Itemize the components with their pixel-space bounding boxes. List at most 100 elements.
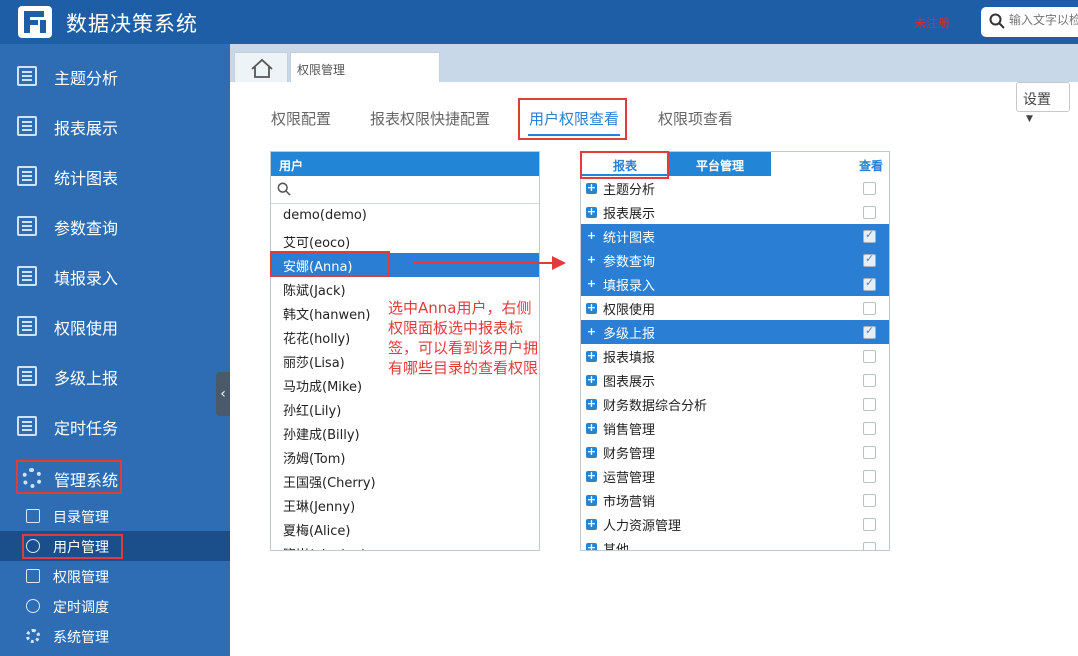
- search-input[interactable]: [1009, 13, 1078, 27]
- view-permission-checkbox[interactable]: [863, 422, 876, 435]
- permission-row[interactable]: + 财务管理: [581, 440, 889, 464]
- settings-dropdown[interactable]: 设置 ▼: [1016, 82, 1070, 124]
- sidebar-item-topic-analysis[interactable]: 主题分析: [0, 52, 230, 102]
- user-list-item[interactable]: 王国强(Cherry): [271, 469, 539, 493]
- expand-plus-icon[interactable]: +: [586, 254, 597, 266]
- permission-row[interactable]: + 市场营销: [581, 488, 889, 512]
- expand-plus-icon[interactable]: +: [586, 350, 597, 362]
- view-permission-checkbox[interactable]: [863, 398, 876, 411]
- permission-row[interactable]: + 报表展示: [581, 200, 889, 224]
- permission-row-label: 市场营销: [603, 495, 656, 510]
- arrow-right-icon: [552, 256, 566, 270]
- sidebar-item-scheduled-tasks[interactable]: 定时任务: [0, 402, 230, 452]
- view-permission-checkbox[interactable]: [863, 252, 876, 267]
- view-permission-checkbox[interactable]: [863, 276, 876, 291]
- sidebar-item-multilevel-report[interactable]: 多级上报: [0, 352, 230, 402]
- sub-item-permission[interactable]: 权限管理: [0, 561, 230, 591]
- expand-plus-icon[interactable]: +: [586, 422, 597, 434]
- search-icon: [277, 182, 291, 196]
- user-list-item[interactable]: 艾可(eoco): [271, 229, 539, 253]
- expand-plus-icon[interactable]: +: [586, 278, 597, 290]
- expand-plus-icon[interactable]: +: [586, 470, 597, 482]
- expand-plus-icon[interactable]: +: [586, 206, 597, 218]
- view-permission-checkbox[interactable]: [863, 374, 876, 387]
- expand-plus-icon[interactable]: +: [586, 326, 597, 338]
- expand-plus-icon[interactable]: +: [586, 494, 597, 506]
- user-list-item[interactable]: 孙红(Lily): [271, 397, 539, 421]
- tab-platform-management[interactable]: 平台管理: [669, 152, 771, 176]
- view-permission-checkbox[interactable]: [863, 470, 876, 483]
- user-list-item[interactable]: demo(demo): [271, 205, 539, 229]
- view-permission-checkbox[interactable]: [863, 542, 876, 550]
- permission-row[interactable]: + 人力资源管理: [581, 512, 889, 536]
- user-list-item[interactable]: 晓岚(xiaolan): [271, 541, 539, 550]
- expand-plus-icon[interactable]: +: [586, 542, 597, 550]
- permission-row[interactable]: + 运营管理: [581, 464, 889, 488]
- sidebar-item-permission-use[interactable]: 权限使用: [0, 302, 230, 352]
- sub-item-system[interactable]: 系统管理: [0, 621, 230, 651]
- permission-row[interactable]: + 图表展示: [581, 368, 889, 392]
- tab-home[interactable]: [234, 52, 288, 82]
- sidebar-item-report-display[interactable]: 报表展示: [0, 102, 230, 152]
- view-permission-checkbox[interactable]: [863, 206, 876, 219]
- sidebar-item-charts[interactable]: 统计图表: [0, 152, 230, 202]
- sidebar-item-label: 报表展示: [54, 119, 119, 138]
- global-search[interactable]: [981, 7, 1078, 37]
- view-permission-checkbox[interactable]: [863, 182, 876, 195]
- view-permission-checkbox[interactable]: [863, 302, 876, 315]
- user-list-item[interactable]: 夏梅(Alice): [271, 517, 539, 541]
- permission-row[interactable]: + 主题分析: [581, 176, 889, 200]
- expand-plus-icon[interactable]: +: [586, 302, 597, 314]
- permission-row[interactable]: + 参数查询: [581, 248, 889, 272]
- expand-plus-icon[interactable]: +: [586, 446, 597, 458]
- view-permission-checkbox[interactable]: [863, 446, 876, 459]
- sub-item-directory[interactable]: 目录管理: [0, 501, 230, 531]
- permission-row[interactable]: + 统计图表: [581, 224, 889, 248]
- highlight-box: [518, 98, 627, 140]
- expand-plus-icon[interactable]: +: [586, 398, 597, 410]
- view-permission-checkbox[interactable]: [863, 228, 876, 243]
- sidebar-item-admin[interactable]: 管理系统: [16, 460, 122, 494]
- user-search-field[interactable]: [271, 176, 539, 204]
- expand-plus-icon[interactable]: +: [586, 374, 597, 386]
- view-permission-checkbox[interactable]: [863, 324, 876, 339]
- annotation-text: 选中Anna用户，右侧权限面板选中报表标签，可以看到该用户拥有哪些目录的查看权限: [388, 299, 539, 377]
- view-permission-checkbox[interactable]: [863, 494, 876, 507]
- user-list-item[interactable]: 汤姆(Tom): [271, 445, 539, 469]
- subtab-permission-item-view[interactable]: 权限项查看: [658, 108, 733, 129]
- settings-label: 设置: [1023, 92, 1051, 108]
- user-list-item[interactable]: 孙建成(Billy): [271, 421, 539, 445]
- subtab-quick-config[interactable]: 报表权限快捷配置: [370, 108, 490, 129]
- permission-row[interactable]: + 其他: [581, 536, 889, 550]
- permission-row-label: 人力资源管理: [603, 519, 682, 534]
- expand-plus-icon[interactable]: +: [586, 230, 597, 242]
- sub-item-label: 权限管理: [53, 570, 109, 586]
- subtab-permission-config[interactable]: 权限配置: [271, 108, 331, 129]
- user-icon: [26, 539, 40, 553]
- tab-permission-management[interactable]: 权限管理: [290, 52, 440, 82]
- sidebar-item-label: 主题分析: [54, 69, 119, 88]
- sidebar-item-data-entry[interactable]: 填报录入: [0, 252, 230, 302]
- permission-row[interactable]: + 权限使用: [581, 296, 889, 320]
- permission-row[interactable]: + 财务数据综合分析: [581, 392, 889, 416]
- user-list-item[interactable]: 王琳(Jenny): [271, 493, 539, 517]
- permission-row-label: 统计图表: [603, 231, 656, 246]
- view-permission-checkbox[interactable]: [863, 518, 876, 531]
- expand-plus-icon[interactable]: +: [586, 182, 597, 194]
- sub-item-user-management[interactable]: 用户管理: [0, 531, 230, 561]
- expand-plus-icon[interactable]: +: [586, 518, 597, 530]
- permission-row[interactable]: + 报表填报: [581, 344, 889, 368]
- view-permission-checkbox[interactable]: [863, 350, 876, 363]
- sub-item-label: 系统管理: [53, 630, 109, 646]
- permission-row[interactable]: + 销售管理: [581, 416, 889, 440]
- sub-item-schedule[interactable]: 定时调度: [0, 591, 230, 621]
- permission-row-label: 多级上报: [603, 327, 656, 342]
- permission-row[interactable]: + 多级上报: [581, 320, 889, 344]
- sidebar-item-label: 定时任务: [54, 419, 119, 438]
- clock-icon: [26, 599, 40, 613]
- register-link[interactable]: 未注册: [914, 14, 950, 31]
- sidebar-item-param-query[interactable]: 参数查询: [0, 202, 230, 252]
- sidebar-collapse-button[interactable]: ‹: [216, 372, 230, 416]
- permission-row[interactable]: + 填报录入: [581, 272, 889, 296]
- sub-item-label: 定时调度: [53, 600, 109, 616]
